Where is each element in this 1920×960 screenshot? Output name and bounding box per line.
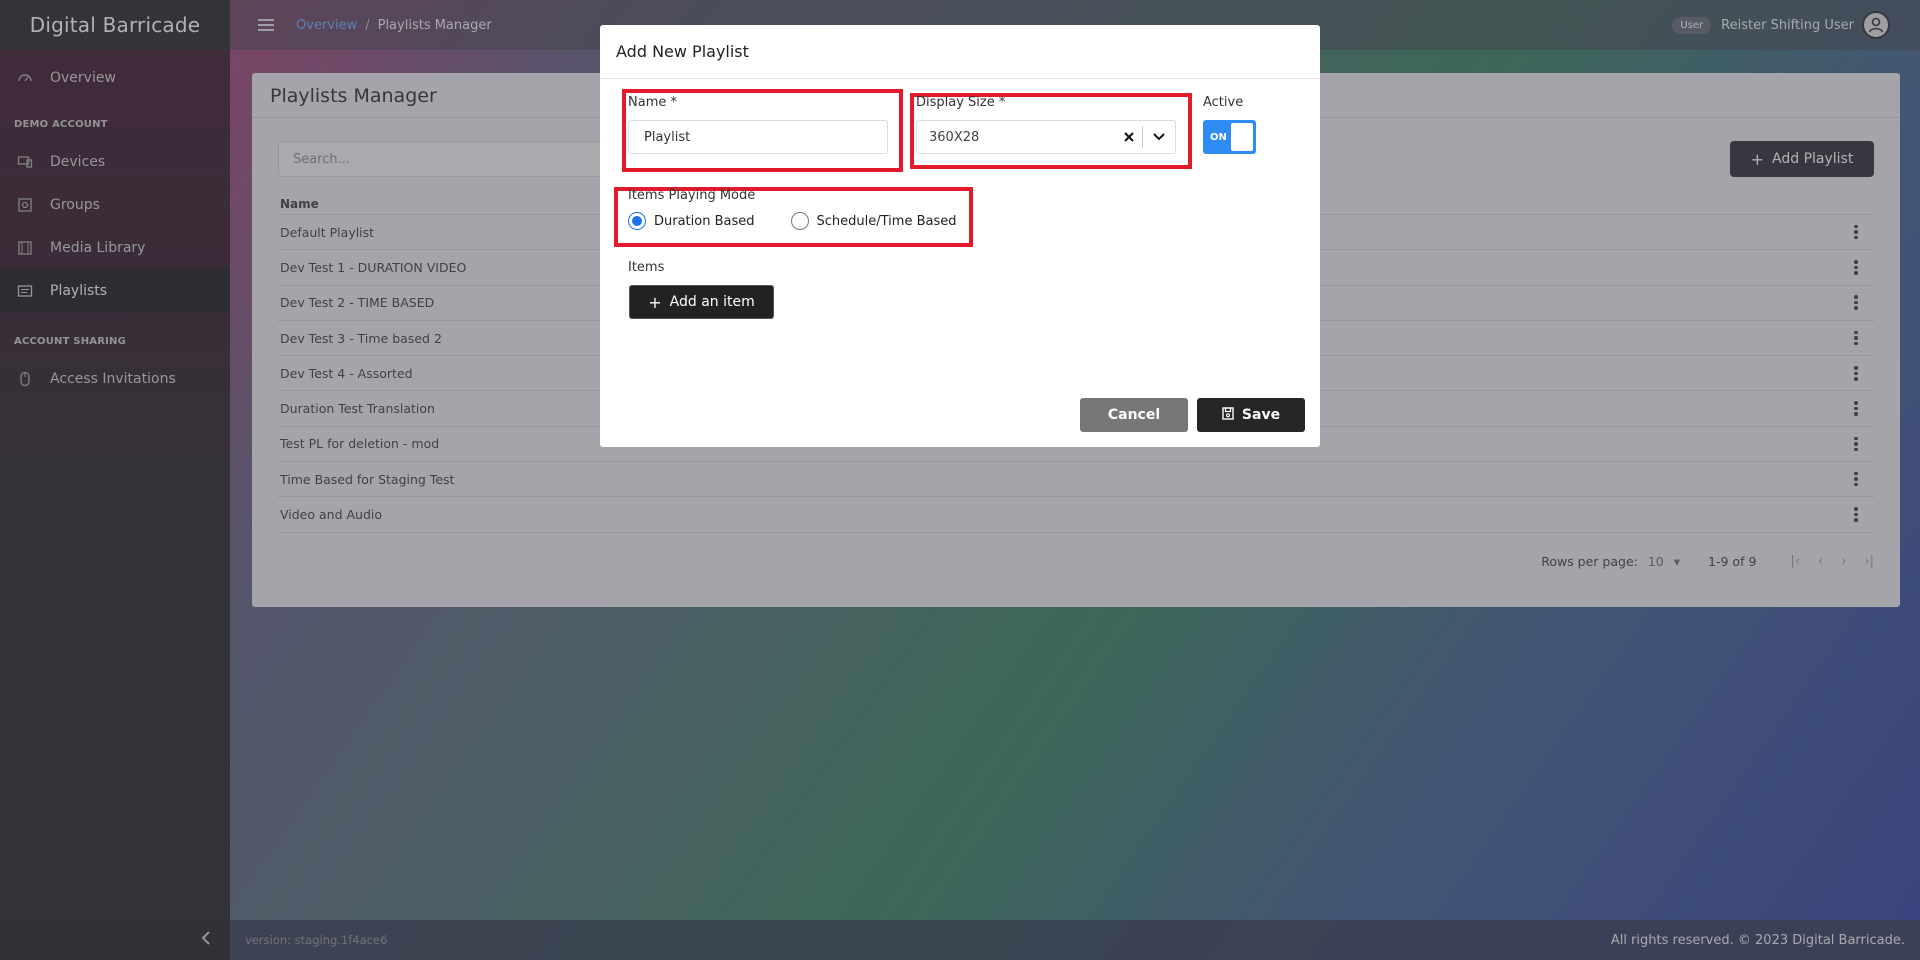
display-size-value: 360X28	[929, 129, 980, 145]
save-label: Save	[1241, 407, 1281, 423]
name-label: Name *	[628, 95, 677, 110]
cancel-button[interactable]: Cancel	[1080, 398, 1188, 432]
radio-schedule-based[interactable]	[790, 212, 809, 230]
toggle-state-text: ON	[1210, 131, 1227, 143]
dialog-title: Add New Playlist	[600, 25, 1320, 79]
clear-icon[interactable]	[1116, 132, 1142, 142]
items-label: Items	[628, 260, 665, 275]
name-field[interactable]: Playlist	[628, 120, 888, 154]
add-item-label: Add an item	[669, 294, 755, 310]
radio-schedule-label[interactable]: Schedule/Time Based	[817, 214, 957, 229]
playing-mode-radio-group: Duration Based Schedule/Time Based	[628, 212, 957, 230]
radio-duration-based[interactable]	[628, 212, 646, 230]
chevron-down-icon[interactable]	[1143, 133, 1175, 141]
save-icon	[1222, 406, 1234, 424]
playing-mode-label: Items Playing Mode	[628, 188, 756, 203]
display-size-select[interactable]: 360X28	[916, 120, 1176, 154]
toggle-knob	[1231, 123, 1253, 151]
active-label: Active	[1203, 95, 1244, 110]
save-button[interactable]: Save	[1197, 398, 1305, 432]
active-toggle[interactable]: ON	[1203, 120, 1256, 154]
add-item-button[interactable]: + Add an item	[629, 285, 774, 319]
plus-icon: +	[648, 292, 662, 312]
radio-duration-label[interactable]: Duration Based	[654, 214, 755, 229]
display-size-label: Display Size *	[916, 95, 1006, 110]
